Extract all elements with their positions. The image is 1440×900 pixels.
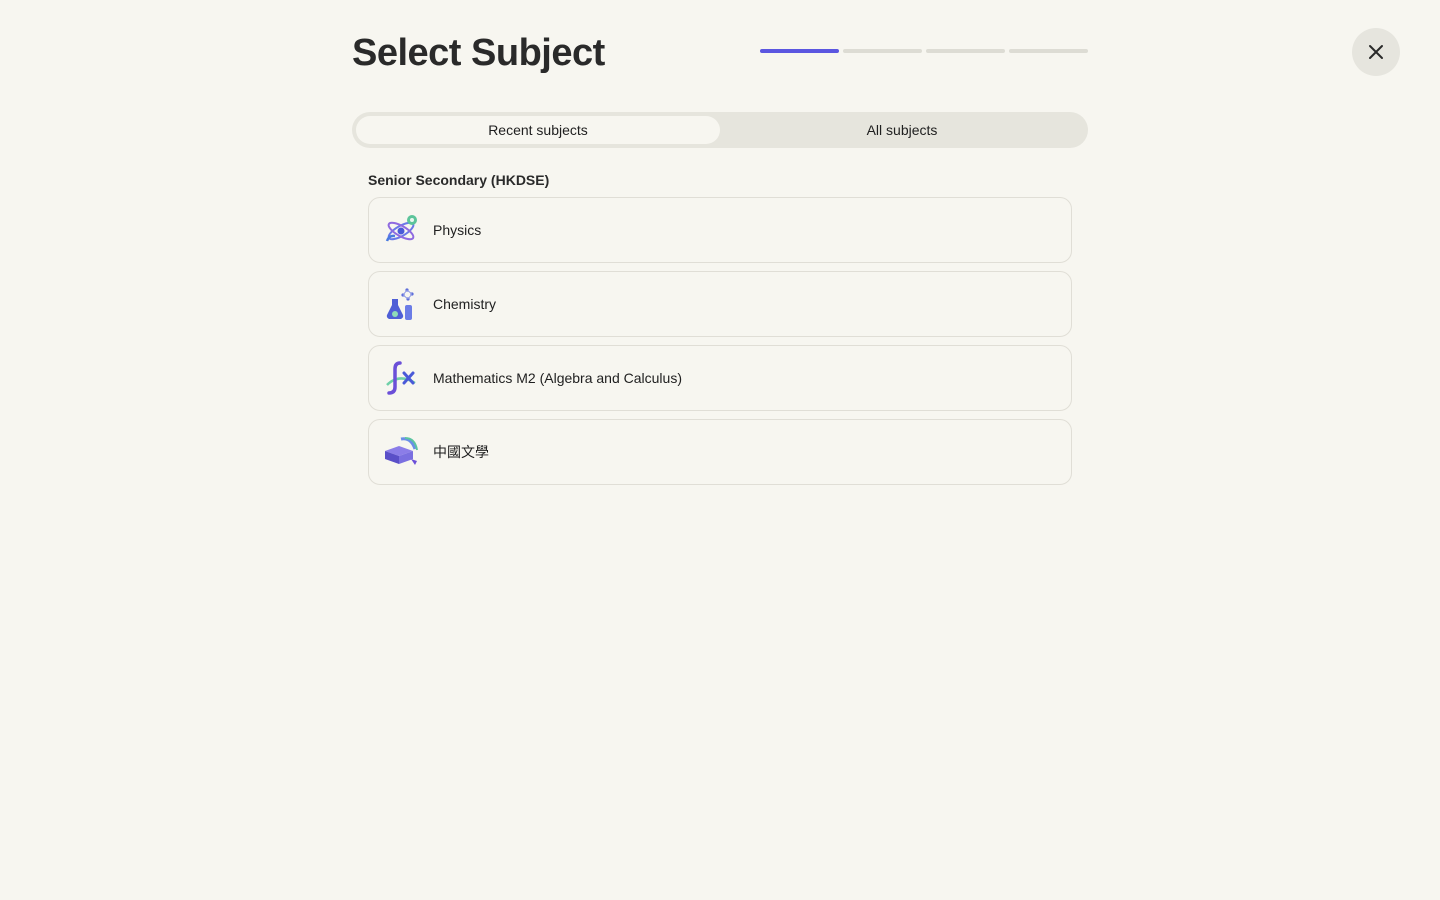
subject-label: Mathematics M2 (Algebra and Calculus)	[433, 370, 682, 386]
section-heading: Senior Secondary (HKDSE)	[368, 172, 550, 188]
physics-atom-icon	[385, 215, 417, 242]
close-icon	[1369, 45, 1383, 59]
progress-step-1	[760, 49, 839, 53]
chemistry-flask-icon	[386, 288, 414, 320]
close-button[interactable]	[1352, 28, 1400, 76]
subject-list: Physics Chemistry Mathematics M2 (Algebr…	[368, 197, 1072, 485]
subject-item-mathematics-m2[interactable]: Mathematics M2 (Algebra and Calculus)	[368, 345, 1072, 411]
tab-all-subjects[interactable]: All subjects	[720, 116, 1084, 144]
subject-item-chemistry[interactable]: Chemistry	[368, 271, 1072, 337]
step-progress	[760, 49, 1088, 53]
tab-recent-subjects[interactable]: Recent subjects	[356, 116, 720, 144]
subject-label: Physics	[433, 222, 482, 238]
books-icon	[385, 437, 418, 465]
subject-label: 中國文學	[433, 444, 489, 460]
subject-tabs: Recent subjects All subjects	[352, 112, 1088, 148]
progress-step-2	[843, 49, 922, 53]
subject-item-chinese-literature[interactable]: 中國文學	[368, 419, 1072, 485]
subject-label: Chemistry	[433, 296, 497, 312]
progress-step-4	[1009, 49, 1088, 53]
page-title: Select Subject	[352, 32, 605, 74]
progress-step-3	[926, 49, 1005, 53]
subject-item-physics[interactable]: Physics	[368, 197, 1072, 263]
math-function-icon	[386, 361, 416, 395]
